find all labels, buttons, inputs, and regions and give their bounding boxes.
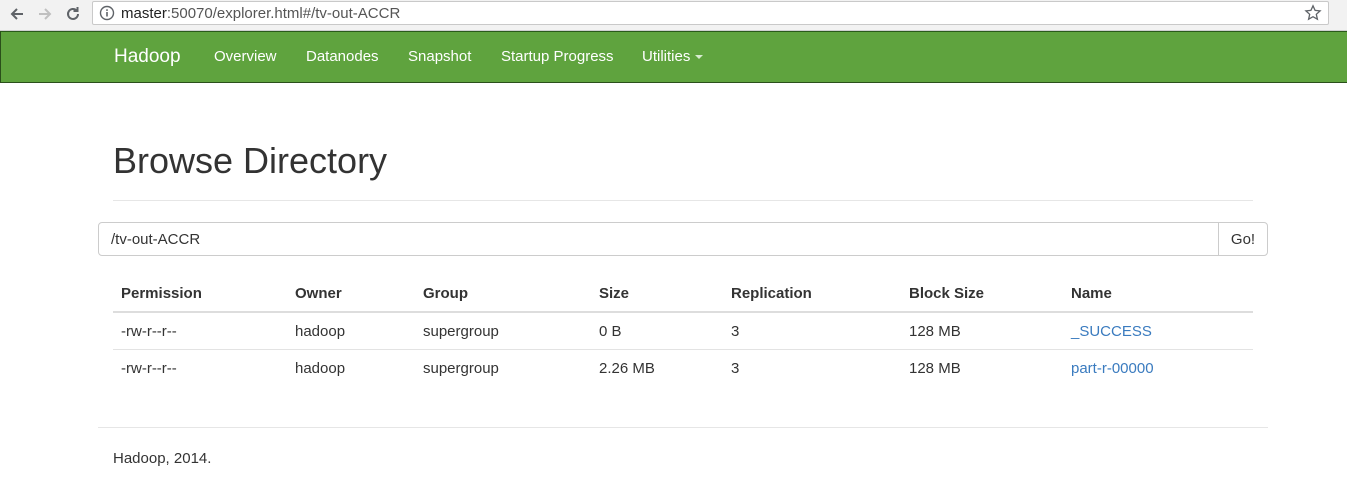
file-link[interactable]: _SUCCESS	[1071, 323, 1152, 340]
nav-item-snapshot[interactable]: Snapshot	[408, 48, 471, 65]
column-header-group[interactable]: Group	[423, 285, 468, 302]
cell-permission: -rw-r--r--	[121, 323, 177, 340]
cell-replication: 3	[731, 323, 740, 340]
table-header: Permission Owner Group Size Replication …	[113, 275, 1253, 313]
url-text: master:50070/explorer.html#/tv-out-ACCR	[121, 5, 400, 22]
column-header-permission[interactable]: Permission	[121, 285, 202, 302]
column-header-size[interactable]: Size	[599, 285, 629, 302]
directory-table: Permission Owner Group Size Replication …	[113, 275, 1253, 387]
caret-down-icon	[695, 55, 704, 60]
column-header-name[interactable]: Name	[1071, 285, 1112, 302]
top-navbar: Hadoop Overview Datanodes Snapshot Start…	[0, 31, 1347, 83]
column-header-block-size[interactable]: Block Size	[909, 285, 984, 302]
cell-size: 2.26 MB	[599, 360, 655, 377]
directory-path-input[interactable]	[98, 222, 1219, 256]
nav-item-utilities-label: Utilities	[642, 48, 691, 65]
star-icon[interactable]	[1304, 4, 1322, 22]
table-row: -rw-r--r-- hadoop supergroup 0 B 3 128 M…	[113, 313, 1253, 350]
info-icon[interactable]	[99, 5, 115, 21]
browser-toolbar: master:50070/explorer.html#/tv-out-ACCR	[0, 0, 1347, 31]
arrow-left-icon[interactable]	[6, 3, 28, 25]
title-divider	[113, 200, 1253, 201]
cell-owner: hadoop	[295, 360, 346, 377]
cell-group: supergroup	[423, 323, 499, 340]
cell-owner: hadoop	[295, 323, 346, 340]
go-button[interactable]: Go!	[1218, 222, 1268, 256]
address-bar[interactable]: master:50070/explorer.html#/tv-out-ACCR	[92, 1, 1329, 25]
url-path: :50070/explorer.html#/tv-out-ACCR	[166, 5, 401, 22]
cell-block-size: 128 MB	[909, 323, 961, 340]
column-header-replication[interactable]: Replication	[731, 285, 812, 302]
reload-icon[interactable]	[62, 3, 84, 25]
url-host: master	[121, 5, 167, 22]
nav-item-utilities[interactable]: Utilities	[642, 48, 704, 65]
cell-size: 0 B	[599, 323, 622, 340]
arrow-right-icon[interactable]	[34, 3, 56, 25]
cell-permission: -rw-r--r--	[121, 360, 177, 377]
page-title: Browse Directory	[113, 140, 388, 181]
table-row: -rw-r--r-- hadoop supergroup 2.26 MB 3 1…	[113, 350, 1253, 387]
footer-text: Hadoop, 2014.	[113, 450, 212, 467]
file-link[interactable]: part-r-00000	[1071, 360, 1154, 377]
nav-item-overview[interactable]: Overview	[214, 48, 277, 65]
cell-block-size: 128 MB	[909, 360, 961, 377]
nav-item-startup-progress[interactable]: Startup Progress	[501, 48, 614, 65]
cell-group: supergroup	[423, 360, 499, 377]
footer-divider	[98, 427, 1268, 428]
cell-replication: 3	[731, 360, 740, 377]
navbar-brand[interactable]: Hadoop	[114, 46, 181, 68]
column-header-owner[interactable]: Owner	[295, 285, 342, 302]
nav-item-datanodes[interactable]: Datanodes	[306, 48, 379, 65]
